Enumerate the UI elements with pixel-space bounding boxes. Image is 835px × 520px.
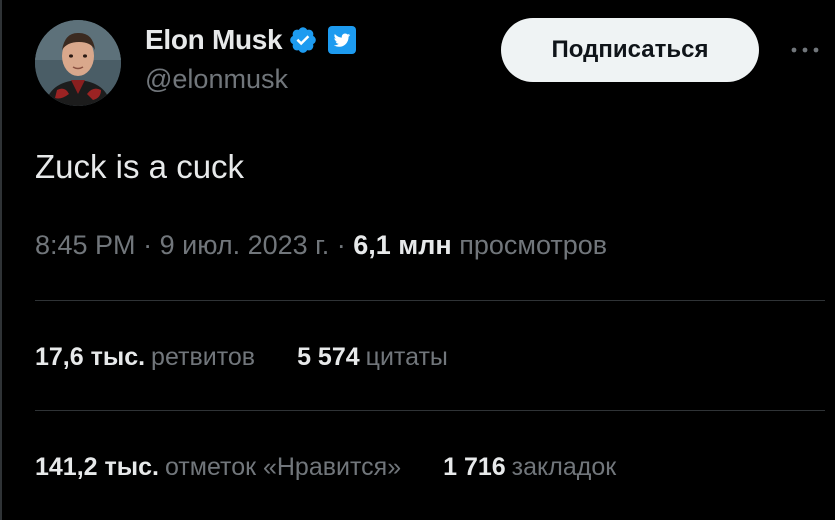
tweet-time[interactable]: 8:45 PM <box>35 230 136 260</box>
tweet-header: Elon Musk @elonmusk Подписаться <box>35 18 825 108</box>
avatar-image <box>35 20 121 106</box>
quotes-label: цитаты <box>365 343 448 371</box>
retweets-stat[interactable]: 17,6 тыс. ретвитов <box>35 343 255 372</box>
retweets-label: ретвитов <box>151 343 256 371</box>
bookmarks-label: закладок <box>511 453 617 481</box>
quotes-stat[interactable]: 5 574 цитаты <box>297 343 448 372</box>
more-dots-icon[interactable] <box>787 32 823 68</box>
divider <box>35 300 825 301</box>
stats-row-likes: 141,2 тыс. отметок «Нравится» 1 716 заклад… <box>35 453 658 482</box>
views-label: просмотров <box>459 230 608 260</box>
bookmarks-stat[interactable]: 1 716 закладок <box>443 453 616 482</box>
views-count[interactable]: 6,1 млн <box>353 230 451 260</box>
author-display-name[interactable]: Elon Musk <box>145 24 283 56</box>
quotes-count: 5 574 <box>297 343 360 371</box>
likes-stat[interactable]: 141,2 тыс. отметок «Нравится» <box>35 453 401 482</box>
likes-count: 141,2 тыс. <box>35 453 159 481</box>
likes-label: отметок «Нравится» <box>164 453 402 481</box>
meta-separator: · <box>336 230 346 260</box>
left-border <box>0 0 2 520</box>
avatar[interactable] <box>35 20 121 106</box>
author-handle[interactable]: @elonmusk <box>145 64 288 95</box>
divider <box>35 410 825 411</box>
retweets-count: 17,6 тыс. <box>35 343 146 371</box>
author-name-row: Elon Musk <box>145 22 357 58</box>
verified-badge-icon <box>288 25 318 55</box>
meta-separator: · <box>143 230 153 260</box>
bookmarks-count: 1 716 <box>443 453 506 481</box>
tweet-meta: 8:45 PM · 9 июл. 2023 г. · 6,1 млн просм… <box>35 230 607 261</box>
follow-button[interactable]: Подписаться <box>501 18 759 82</box>
tweet-date[interactable]: 9 июл. 2023 г. <box>160 230 330 260</box>
twitter-logo-icon[interactable] <box>328 26 357 54</box>
tweet-text: Zuck is a cuck <box>35 148 245 185</box>
stats-row-retweets: 17,6 тыс. ретвитов 5 574 цитаты <box>35 343 490 372</box>
